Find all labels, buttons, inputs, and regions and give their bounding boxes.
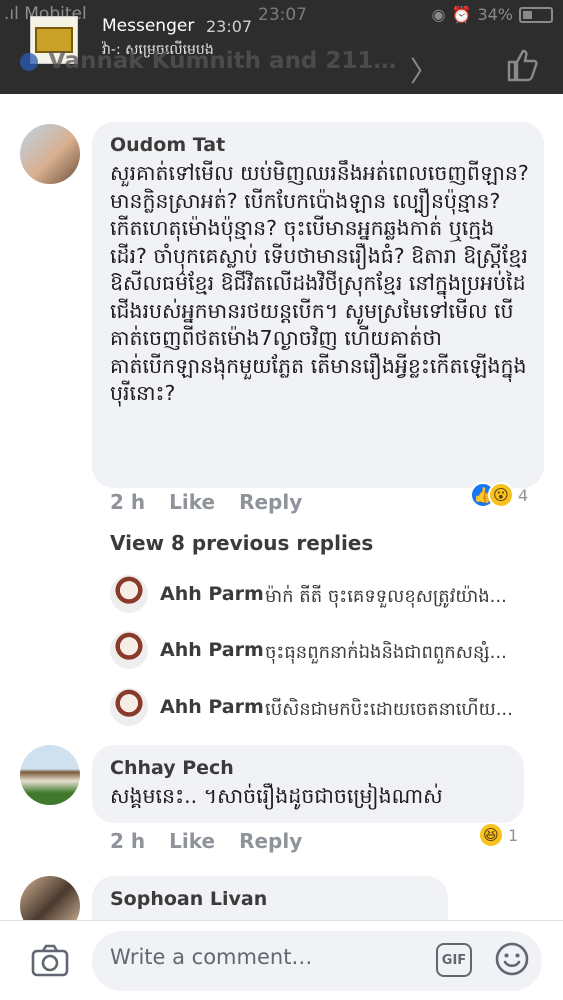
comment-time: 2 h bbox=[110, 490, 146, 514]
top-bar: .ıl Mobitel 23:07 ◉ ⏰ 34% Messenger 23:0… bbox=[0, 0, 563, 94]
reaction-count: 1 bbox=[508, 825, 519, 845]
view-previous-replies[interactable]: View 8 previous replies bbox=[110, 531, 373, 555]
comment-bubble[interactable]: Oudom Tat សួរគាត់ទៅមើល យប់មិញឈរនឹងអត់ពេល… bbox=[92, 122, 544, 488]
reply-author[interactable]: Ahh Parm bbox=[160, 583, 264, 605]
notification-time: 23:07 bbox=[206, 17, 253, 36]
comment-bubble[interactable]: Chhay Pech សង្គមនេះ.. ។សាច់រឿងដូចជាចម្រៀ… bbox=[92, 745, 524, 823]
comment-author[interactable]: Chhay Pech bbox=[110, 757, 234, 779]
comment-actions: 2 h Like Reply bbox=[110, 829, 302, 853]
reply-item[interactable]: Ahh Parm បើសិនជាមកបិះដោយចេតនាហើយ... bbox=[110, 688, 550, 728]
notification-app-name[interactable]: Messenger bbox=[102, 16, 194, 36]
like-reaction-icon bbox=[20, 52, 38, 71]
like-button[interactable]: Like bbox=[169, 490, 215, 514]
comment-input-container[interactable]: GIF bbox=[92, 931, 542, 991]
status-bar: .ıl Mobitel 23:07 ◉ ⏰ 34% bbox=[0, 0, 563, 30]
reactors-text: Vannak Kumnith and 211… bbox=[48, 48, 397, 74]
battery-icon bbox=[519, 6, 553, 23]
post-reactors[interactable]: Vannak Kumnith and 211… bbox=[20, 48, 396, 74]
like-thumb-icon[interactable] bbox=[505, 48, 539, 82]
reply-button[interactable]: Reply bbox=[239, 490, 302, 514]
emoji-icon[interactable] bbox=[494, 941, 530, 977]
reaction-summary[interactable]: 😆 1 bbox=[478, 822, 518, 848]
avatar[interactable] bbox=[110, 575, 148, 613]
wow-reaction-icon: 😮 bbox=[488, 482, 514, 508]
reply-item[interactable]: Ahh Parm ចុះធុនពួកនាក់ឯងនិងជាពពួកសន្សំ..… bbox=[110, 631, 550, 671]
status-icons: ◉ ⏰ 34% bbox=[432, 5, 553, 24]
avatar[interactable] bbox=[110, 631, 148, 669]
reply-author[interactable]: Ahh Parm bbox=[160, 696, 264, 718]
avatar[interactable] bbox=[20, 124, 80, 184]
comment-input[interactable] bbox=[110, 945, 410, 969]
camera-icon[interactable] bbox=[30, 941, 70, 981]
haha-reaction-icon: 😆 bbox=[478, 822, 504, 848]
status-clock: 23:07 bbox=[258, 5, 307, 25]
comment-composer: GIF bbox=[0, 920, 563, 1000]
comment-text: សង្គមនេះ.. ។សាច់រឿងដូចជាចម្រៀងណាស់ bbox=[110, 784, 443, 808]
comment-author[interactable]: Oudom Tat bbox=[110, 134, 225, 156]
reply-text: ម៉ាក់ តីតី ចុះគេទទួលខុសត្រូវយ៉ាង... bbox=[265, 586, 507, 607]
reply-text: បើសិនជាមកបិះដោយចេតនាហើយ... bbox=[265, 699, 513, 720]
comment-author[interactable]: Sophoan Livan bbox=[110, 888, 267, 910]
reply-author[interactable]: Ahh Parm bbox=[160, 639, 264, 661]
reply-item[interactable]: Ahh Parm ម៉ាក់ តីតី ចុះគេទទួលខុសត្រូវយ៉ា… bbox=[110, 575, 550, 615]
eye-icon: ◉ bbox=[431, 5, 446, 24]
battery-percent: 34% bbox=[477, 5, 513, 24]
like-button[interactable]: Like bbox=[169, 829, 215, 853]
avatar[interactable] bbox=[110, 688, 148, 726]
alarm-icon: ⏰ bbox=[451, 5, 472, 24]
reply-text: ចុះធុនពួកនាក់ឯងនិងជាពពួកសន្សំ... bbox=[265, 642, 507, 663]
comment-time: 2 h bbox=[110, 829, 146, 853]
avatar[interactable] bbox=[20, 745, 80, 805]
gif-button[interactable]: GIF bbox=[436, 943, 472, 977]
reaction-count: 4 bbox=[518, 485, 529, 505]
reply-button[interactable]: Reply bbox=[239, 829, 302, 853]
chevron-right-icon[interactable]: 〉 bbox=[410, 50, 438, 90]
reaction-summary[interactable]: 👍 😮 4 bbox=[470, 482, 528, 508]
comment-text: សួរគាត់ទៅមើល យប់មិញឈរនឹងអត់ពេលចេញពីឡាន? … bbox=[110, 161, 529, 405]
comment-actions: 2 h Like Reply bbox=[110, 490, 302, 514]
